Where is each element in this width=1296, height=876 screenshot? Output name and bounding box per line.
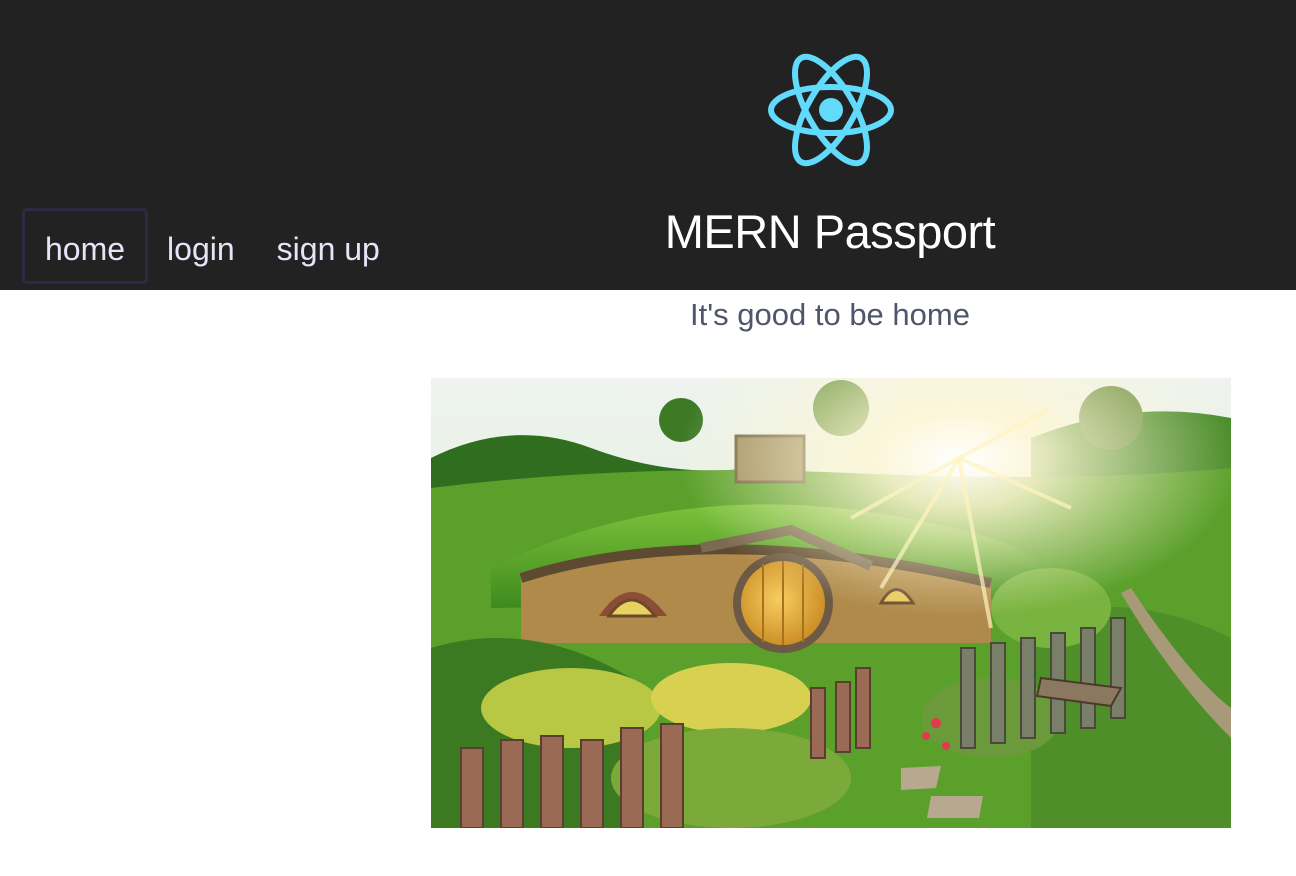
react-atom-icon [768, 53, 894, 167]
nav-home-link[interactable]: home [22, 208, 149, 284]
nav-signup-link[interactable]: sign up [254, 208, 403, 284]
home-tagline: It's good to be home [690, 297, 970, 332]
main-nav: home login sign up [22, 208, 403, 284]
hobbit-hole-image [431, 378, 1231, 828]
app-header: home login sign up MERN Passport [0, 0, 1296, 290]
nav-login-link[interactable]: login [144, 208, 258, 284]
app-title: MERN Passport [664, 205, 996, 258]
